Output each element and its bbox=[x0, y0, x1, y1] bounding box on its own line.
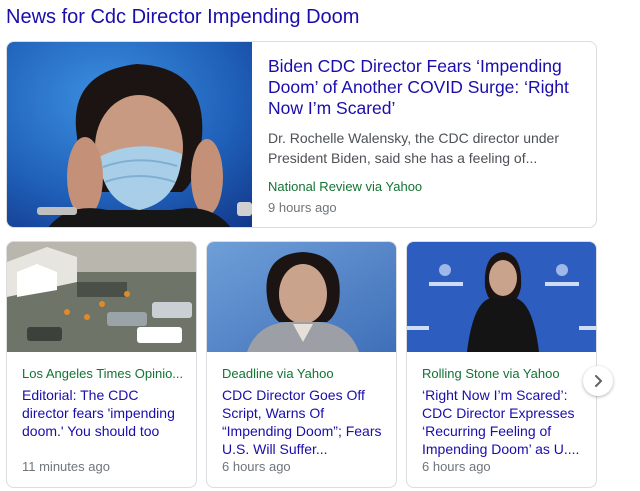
top-story-source: National Review via Yahoo bbox=[268, 179, 423, 194]
story-source: Deadline via Yahoo bbox=[222, 366, 334, 381]
top-story-image[interactable] bbox=[7, 42, 252, 227]
story-card[interactable]: Rolling Stone via Yahoo ‘Right Now I’m S… bbox=[406, 241, 597, 488]
story-time: 6 hours ago bbox=[422, 459, 491, 474]
chevron-right-icon bbox=[591, 374, 605, 388]
story-image[interactable] bbox=[407, 242, 596, 352]
top-story-time: 9 hours ago bbox=[268, 200, 337, 215]
story-image[interactable] bbox=[207, 242, 396, 352]
story-image[interactable] bbox=[7, 242, 196, 352]
top-story-snippet: Dr. Rochelle Walensky, the CDC director … bbox=[268, 130, 559, 166]
story-time: 6 hours ago bbox=[222, 459, 291, 474]
story-card[interactable]: Los Angeles Times Opinio... Editorial: T… bbox=[6, 241, 197, 488]
story-source: Rolling Stone via Yahoo bbox=[422, 366, 560, 381]
section-heading[interactable]: News for Cdc Director Impending Doom bbox=[6, 6, 359, 29]
next-button[interactable] bbox=[583, 366, 613, 396]
story-source: Los Angeles Times Opinio... bbox=[22, 366, 184, 381]
story-title[interactable]: Editorial: The CDC director fears 'impen… bbox=[22, 386, 187, 440]
story-title[interactable]: ‘Right Now I’m Scared’: CDC Director Exp… bbox=[422, 386, 587, 458]
story-title[interactable]: CDC Director Goes Off Script, Warns Of “… bbox=[222, 386, 387, 458]
top-story-title[interactable]: Biden CDC Director Fears ‘Impending Doom… bbox=[268, 56, 588, 119]
top-story-card[interactable]: Biden CDC Director Fears ‘Impending Doom… bbox=[6, 41, 597, 228]
story-card[interactable]: Deadline via Yahoo CDC Director Goes Off… bbox=[206, 241, 397, 488]
story-time: 11 minutes ago bbox=[22, 459, 110, 474]
